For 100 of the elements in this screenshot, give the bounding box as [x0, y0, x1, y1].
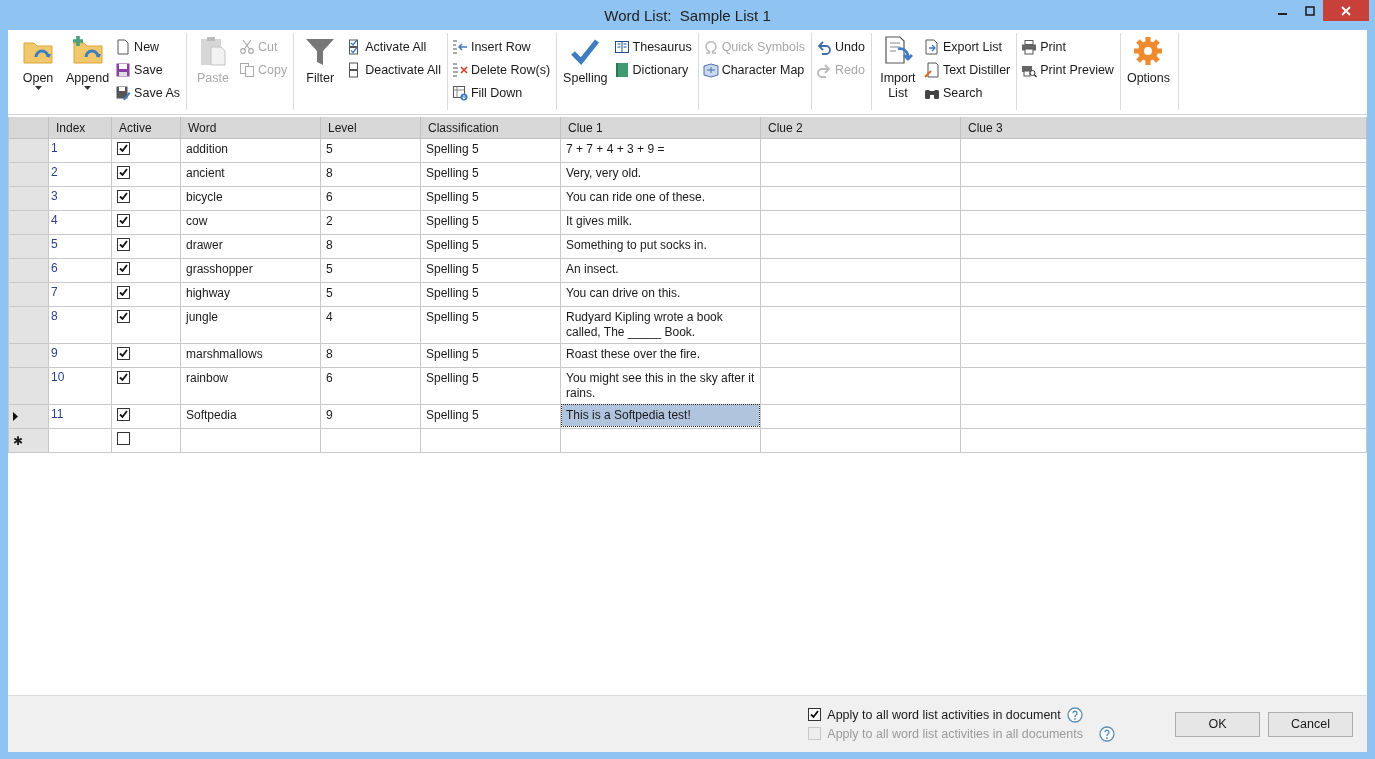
table-cell-text: You can drive on this. — [565, 285, 682, 302]
table-cell: 8 — [320, 162, 421, 187]
ribbon-button[interactable]: Insert Row — [451, 37, 551, 57]
table-cell: bicycle — [180, 186, 321, 211]
table-cell: highway — [180, 282, 321, 307]
close-icon[interactable] — [1341, 5, 1351, 16]
ribbon-button[interactable]: Save — [115, 60, 180, 80]
dialog-button[interactable]: OK — [1175, 711, 1260, 737]
active-checkbox[interactable] — [117, 432, 130, 445]
active-checkbox[interactable] — [117, 286, 130, 299]
table-cell: cow — [180, 210, 321, 235]
table-cell: Spelling 5 — [420, 282, 561, 307]
table-cell-text: Roast these over the fire. — [565, 346, 702, 363]
ribbon-button[interactable]: Activate All — [346, 37, 441, 57]
column-header[interactable]: Word — [180, 117, 321, 139]
delete-row-icon — [451, 62, 468, 78]
ribbon-button[interactable]: Print Preview — [1021, 60, 1114, 80]
column-header[interactable]: Clue 2 — [760, 117, 961, 139]
column-header[interactable]: Index — [48, 117, 112, 139]
ribbon-button[interactable]: Spelling — [561, 33, 610, 106]
table-cell: 9 — [48, 343, 112, 368]
table-cell: Spelling 5 — [420, 162, 561, 187]
table-cell: 8 — [320, 234, 421, 259]
ribbon-button[interactable]: Deactivate All — [346, 60, 441, 80]
ribbon-button[interactable]: Export List — [923, 37, 1011, 57]
ribbon-button[interactable]: Filter — [298, 33, 343, 106]
save-as-icon — [115, 85, 132, 101]
table-cell: 5 — [320, 138, 421, 163]
corner-header — [8, 117, 49, 139]
active-checkbox[interactable] — [117, 262, 130, 275]
insert-row-icon — [451, 39, 468, 55]
table-cell: Spelling 5 — [420, 258, 561, 283]
ribbon-button[interactable]: Character Map — [702, 60, 805, 80]
table-cell: 7 — [48, 282, 112, 307]
ribbon-button[interactable]: Open — [16, 33, 60, 106]
table-cell: Spelling 5 — [420, 210, 561, 235]
checkbox[interactable] — [808, 708, 822, 721]
ribbon-button[interactable]: Text Distiller — [923, 60, 1011, 80]
copy-icon — [239, 62, 255, 78]
gear-icon — [1132, 35, 1165, 67]
ribbon-button[interactable]: Thesaurus — [613, 37, 692, 57]
active-checkbox[interactable] — [117, 214, 130, 227]
ribbon-button[interactable]: Append — [64, 33, 112, 106]
table-cell: 6 — [320, 186, 421, 211]
table-cell: 5 — [48, 234, 112, 259]
table-cell: Spelling 5 — [420, 306, 561, 344]
active-checkbox[interactable] — [117, 408, 130, 421]
active-checkbox[interactable] — [117, 310, 130, 323]
column-header[interactable]: Level — [320, 117, 421, 139]
ribbon-button[interactable]: Delete Row(s) — [451, 60, 551, 80]
ribbon-button[interactable]: Print — [1021, 37, 1114, 57]
table-cell: 5 — [320, 258, 421, 283]
table-cell: 5 — [320, 282, 421, 307]
table-cell: 4 — [48, 210, 112, 235]
table-cell: grasshopper — [180, 258, 321, 283]
closed-book-icon — [613, 62, 630, 78]
table-cell: 2 — [320, 210, 421, 235]
active-checkbox[interactable] — [117, 371, 130, 384]
ribbon-button[interactable]: Save As — [115, 83, 180, 103]
maximize-icon[interactable] — [1304, 5, 1315, 16]
table-cell: Spelling 5 — [420, 186, 561, 211]
active-checkbox[interactable] — [117, 190, 130, 203]
ribbon-button[interactable]: Fill Down — [451, 83, 551, 103]
table-cell: Softpedia — [180, 404, 321, 429]
row-header[interactable]: ✱ — [8, 428, 49, 453]
ribbon-button[interactable]: Import List — [875, 33, 920, 106]
ribbon-button[interactable]: New — [115, 37, 180, 57]
column-header[interactable]: Active — [111, 117, 181, 139]
folder-plus-icon — [71, 35, 104, 67]
table-cell: jungle — [180, 306, 321, 344]
ribbon-button[interactable]: Undo — [816, 37, 865, 57]
book-icon — [613, 39, 630, 55]
table-cell: 4 — [320, 306, 421, 344]
table-cell: ancient — [180, 162, 321, 187]
table-cell: This is a Softpedia test! — [562, 405, 759, 426]
ribbon-button[interactable]: Options — [1124, 33, 1172, 106]
column-header[interactable]: Clue 3 — [960, 117, 1367, 139]
current-row-icon — [13, 411, 18, 421]
table-cell-text: Very, very old. — [565, 165, 643, 182]
document-icon — [115, 39, 132, 55]
table-cell-text: You can ride one of these. — [565, 189, 706, 206]
row-header[interactable] — [8, 404, 49, 429]
active-checkbox[interactable] — [117, 238, 130, 251]
column-header[interactable]: Classification — [420, 117, 561, 139]
new-row-marker: ✱ — [13, 433, 23, 448]
table-cell: 8 — [320, 343, 421, 368]
active-checkbox[interactable] — [117, 347, 130, 360]
table-cell: 6 — [320, 367, 421, 405]
option-label: Apply to all word list activities in all documents — [827, 726, 1083, 741]
ribbon-button[interactable]: Dictionary — [613, 60, 692, 80]
table-cell: 8 — [48, 306, 112, 344]
fill-down-icon — [451, 85, 468, 101]
active-checkbox[interactable] — [117, 142, 130, 155]
column-header[interactable]: Clue 1 — [560, 117, 761, 139]
ribbon-button[interactable]: Search — [923, 83, 1011, 103]
table-cell: Spelling 5 — [420, 343, 561, 368]
table-cell-text: Rudyard Kipling wrote a book called, The _____ Book. — [565, 309, 724, 341]
help-icon[interactable] — [1066, 706, 1083, 723]
dialog-button[interactable]: Cancel — [1268, 711, 1353, 737]
active-checkbox[interactable] — [117, 166, 130, 179]
